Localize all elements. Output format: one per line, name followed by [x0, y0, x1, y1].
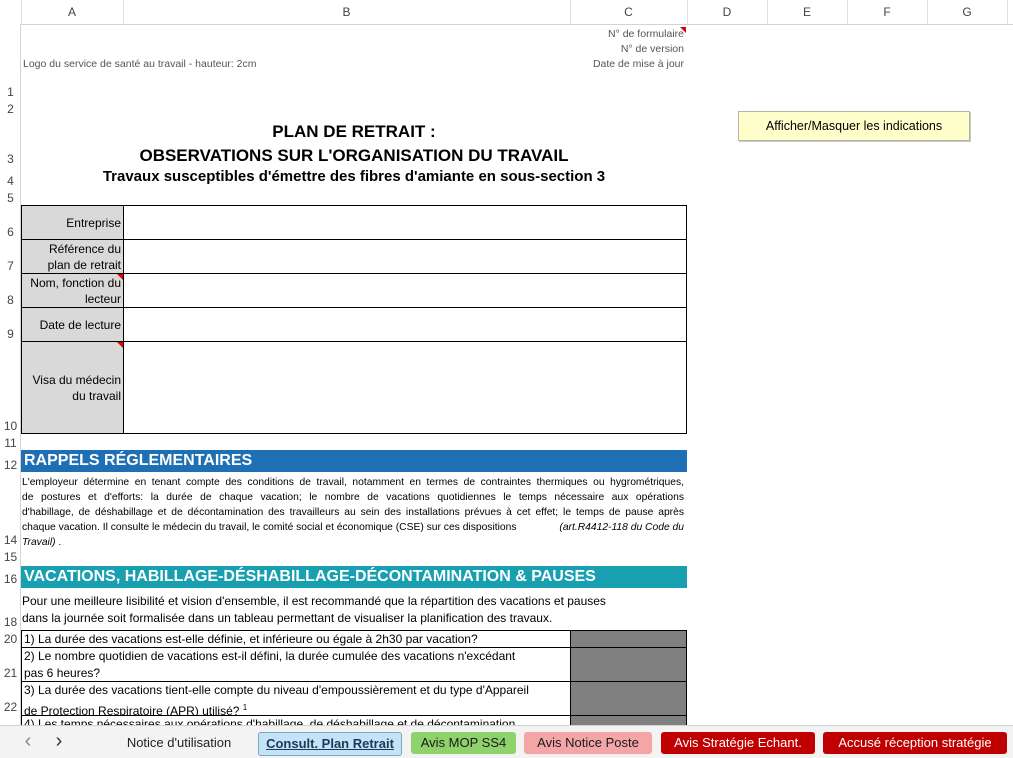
- column-header-e[interactable]: E: [767, 0, 848, 24]
- row-header-bar: 1 2 3 4 5 6 7 8 9 10 11 12 14 15 16 18 2…: [0, 24, 21, 725]
- row-header-9[interactable]: 9: [0, 327, 21, 341]
- column-header-c[interactable]: C: [570, 0, 688, 24]
- vacations-intro-line1: Pour une meilleure lisibilité et vision …: [22, 594, 606, 608]
- reference-field[interactable]: [123, 239, 687, 274]
- row-header-10[interactable]: 10: [0, 419, 21, 433]
- vacations-intro-line2: dans la journée soit formalisée dans un …: [22, 611, 553, 625]
- column-header-g[interactable]: G: [927, 0, 1008, 24]
- row-header-7[interactable]: 7: [0, 259, 21, 273]
- rappels-line4: chaque vacation. Il consulte le médecin …: [22, 522, 684, 533]
- row-header-21[interactable]: 21: [0, 666, 21, 680]
- row-header-15[interactable]: 15: [0, 550, 21, 564]
- question-3: 3) La durée des vacations tient-elle com…: [21, 681, 571, 718]
- tab-avis-mop-ss4[interactable]: Avis MOP SS4: [411, 732, 516, 754]
- form-number-label: N° de formulaire: [608, 28, 684, 40]
- rappels-line2: de postures et d'efforts: la durée de ch…: [22, 492, 684, 503]
- select-all-corner[interactable]: [0, 0, 22, 24]
- tab-accuse-reception-strategie[interactable]: Accusé réception stratégie: [823, 732, 1007, 754]
- section-rappels-header: RAPPELS RÉGLEMENTAIRES: [21, 450, 687, 472]
- row-header-14[interactable]: 14: [0, 533, 21, 547]
- question-2: 2) Le nombre quotidien de vacations est-…: [21, 647, 571, 682]
- visa-label-line1: Visa du médecin: [32, 373, 122, 387]
- page-title-line2: OBSERVATIONS SUR L'ORGANISATION DU TRAVA…: [139, 146, 569, 165]
- visa-field[interactable]: [123, 341, 687, 434]
- rappels-text: L'employeur détermine en tenant compte d…: [22, 475, 684, 550]
- answer-2-cell[interactable]: [570, 647, 687, 682]
- page-title-line1: PLAN DE RETRAIT :: [272, 122, 436, 141]
- rappels-line3: d'habillage, de déshabillage et de décon…: [22, 507, 684, 518]
- lecteur-label-line1: Nom, fonction du: [30, 276, 121, 290]
- row-header-3[interactable]: 3: [0, 152, 21, 166]
- lecteur-field[interactable]: [123, 273, 687, 308]
- row-header-12[interactable]: 12: [0, 458, 21, 472]
- answer-3-cell[interactable]: [570, 681, 687, 716]
- answer-1-cell[interactable]: [570, 630, 687, 648]
- row-header-5[interactable]: 5: [0, 191, 21, 205]
- entreprise-field[interactable]: [123, 205, 687, 240]
- version-number-label: N° de version: [620, 43, 684, 55]
- row-header-6[interactable]: 6: [0, 225, 21, 239]
- update-date-label: Date de mise à jour: [592, 58, 684, 70]
- row-header-16[interactable]: 16: [0, 572, 21, 586]
- tab-scroll-right-icon[interactable]: ›: [49, 730, 69, 754]
- column-header-f[interactable]: F: [847, 0, 928, 24]
- form-meta-block: N° de formulaire N° de version Date de m…: [560, 27, 684, 72]
- rappels-line5: Travail) .: [22, 537, 62, 548]
- page-subtitle: Travaux susceptibles d'émettre des fibre…: [102, 168, 606, 185]
- reference-label-line2: plan de retrait: [47, 258, 121, 272]
- lecteur-label: Nom, fonction du lecteur: [21, 273, 124, 308]
- column-header-b[interactable]: B: [123, 0, 571, 24]
- lecteur-label-line2: lecteur: [84, 292, 121, 306]
- tab-avis-strategie-echant[interactable]: Avis Stratégie Echant.: [661, 732, 815, 754]
- row-header-8[interactable]: 8: [0, 293, 21, 307]
- row-header-11[interactable]: 11: [0, 436, 21, 450]
- sheet-tab-bar: ‹ › Notice d'utilisation Consult. Plan R…: [0, 725, 1013, 758]
- reference-label: Référence du plan de retrait: [21, 239, 124, 274]
- question-1: 1) La durée des vacations est-elle défin…: [21, 630, 571, 648]
- date-lecture-label: Date de lecture: [21, 307, 124, 342]
- row-header-1[interactable]: 1: [0, 85, 21, 99]
- tab-avis-notice-poste[interactable]: Avis Notice Poste: [524, 732, 652, 754]
- tab-scroll-left-icon[interactable]: ‹: [18, 730, 38, 754]
- logo-placeholder-text: Logo du service de santé au travail - ha…: [23, 58, 257, 70]
- toggle-indications-button[interactable]: Afficher/Masquer les indications: [738, 111, 970, 141]
- row-header-20[interactable]: 20: [0, 632, 21, 646]
- row-header-22[interactable]: 22: [0, 700, 21, 714]
- visa-label-line2: du travail: [72, 389, 121, 403]
- section-vacations-header: VACATIONS, HABILLAGE-DÉSHABILLAGE-DÉCONT…: [21, 566, 687, 588]
- column-header-a[interactable]: A: [21, 0, 124, 24]
- visa-label: Visa du médecin du travail: [21, 341, 124, 434]
- rappels-line1: L'employeur détermine en tenant compte d…: [22, 477, 684, 488]
- row-header-2[interactable]: 2: [0, 102, 21, 116]
- entreprise-label: Entreprise: [21, 205, 124, 240]
- column-header-d[interactable]: D: [687, 0, 768, 24]
- tab-notice-utilisation[interactable]: Notice d'utilisation: [112, 732, 246, 754]
- tab-consult-plan-retrait[interactable]: Consult. Plan Retrait: [258, 732, 402, 756]
- column-header-bar: A B C D E F G: [0, 0, 1013, 25]
- reference-label-line1: Référence du: [48, 242, 121, 256]
- row-header-18[interactable]: 18: [0, 615, 21, 629]
- vacations-intro: Pour une meilleure lisibilité et vision …: [22, 593, 687, 627]
- row-header-4[interactable]: 4: [0, 174, 21, 188]
- date-lecture-field[interactable]: [123, 307, 687, 342]
